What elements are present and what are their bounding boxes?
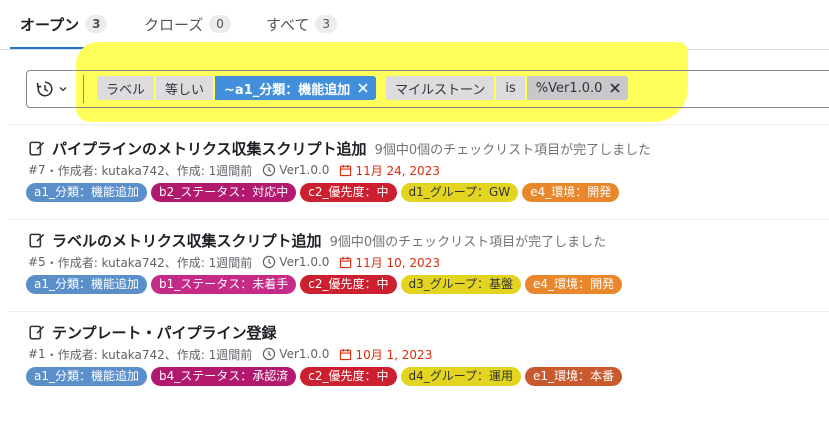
issue-title-row: テンプレート・パイプライン登録 (28, 321, 277, 343)
issue-due-date: 11月 24, 2023 (355, 163, 440, 178)
clock-icon (263, 255, 276, 269)
issue-meta: #5 ・作成者: kutaka742、作成: 1週間前 Ver1.0.0 11月… (28, 253, 440, 271)
label-badge[interactable]: b1_ステータス：未着手 (151, 275, 297, 294)
issue-title[interactable]: パイプラインのメトリクス収集スクリプト追加 (52, 138, 367, 159)
issue-title[interactable]: テンプレート・パイプライン登録 (52, 322, 277, 343)
issue-title[interactable]: ラベルのメトリクス収集スクリプト追加 (52, 230, 322, 251)
list-divider (8, 219, 829, 220)
tab-closed-count: 0 (209, 15, 231, 33)
label-badge[interactable]: a1_分類：機能追加 (26, 183, 147, 202)
tab-open-label: オープン (20, 15, 80, 34)
token-key-milestone: マイルストーン (386, 76, 495, 100)
issue-open-icon (29, 233, 45, 248)
label-badge[interactable]: d4_グループ：運用 (400, 367, 522, 386)
issue-milestone[interactable]: Ver1.0.0 (279, 347, 329, 361)
label-badge[interactable]: c2_優先度：中 (300, 183, 397, 202)
tab-closed-label: クローズ (144, 15, 204, 34)
issue-task-status: 9個中0個のチェックリスト項目が完了しました (374, 142, 652, 158)
tab-all[interactable]: すべて 3 (266, 0, 337, 48)
tab-all-label: すべて (266, 15, 310, 34)
close-icon (358, 83, 368, 93)
clock-icon (263, 163, 276, 177)
issue-milestone[interactable]: Ver1.0.0 (279, 163, 329, 177)
label-badge[interactable]: d3_グループ：基盤 (400, 275, 522, 294)
list-divider (8, 124, 829, 125)
issue-milestone[interactable]: Ver1.0.0 (279, 255, 329, 269)
label-badge[interactable]: d1_グループ：GW (400, 183, 519, 202)
recent-searches-button[interactable] (28, 72, 76, 106)
label-badge[interactable]: a1_分類：機能追加 (26, 367, 147, 386)
token-value-milestone-text: %Ver1.0.0 (535, 80, 603, 96)
token-operator[interactable]: 等しい (156, 76, 214, 100)
token-value-label[interactable]: ~a1_分類：機能追加 (215, 76, 377, 100)
milestone-filter-token[interactable]: マイルストーン is %Ver1.0.0 (386, 76, 629, 100)
remove-token-button[interactable] (356, 81, 370, 95)
label-badge[interactable]: e1_環境：本番 (525, 367, 623, 386)
issue-due-date: 11月 10, 2023 (355, 255, 440, 270)
issue-meta: #1 ・作成者: kutaka742、作成: 1週間前 Ver1.0.0 10月… (28, 345, 432, 363)
tab-open[interactable]: オープン 3 (20, 0, 108, 48)
issue-author: ・作成者: kutaka742、作成: 1週間前 (45, 255, 253, 270)
calendar-icon (340, 164, 352, 176)
history-icon (36, 81, 53, 97)
token-value-text: ~a1_分類：機能追加 (224, 82, 351, 98)
issue-labels: a1_分類：機能追加 b1_ステータス：未着手 c2_優先度：中 d3_グループ… (26, 275, 623, 295)
issue-labels: a1_分類：機能追加 b2_ステータス：対応中 c2_優先度：中 d1_グループ… (26, 183, 620, 203)
remove-milestone-token-button[interactable] (608, 81, 622, 95)
filter-separator (83, 75, 84, 103)
token-operator-is[interactable]: is (496, 76, 525, 100)
calendar-icon (340, 256, 352, 268)
label-badge[interactable]: e4_環境：開発 (522, 183, 620, 202)
label-badge[interactable]: c2_優先度：中 (300, 275, 397, 294)
close-icon (610, 83, 620, 93)
issue-labels: a1_分類：機能追加 b4_ステータス：承認済 c2_優先度：中 d4_グループ… (26, 367, 623, 387)
tab-open-count: 3 (85, 15, 108, 33)
token-value-milestone[interactable]: %Ver1.0.0 (526, 76, 629, 100)
tab-all-count: 3 (315, 15, 337, 33)
issue-ref[interactable]: #5 (28, 255, 46, 269)
issue-meta: #7 ・作成者: kutaka742、作成: 1週間前 Ver1.0.0 11月… (28, 161, 440, 179)
issue-open-icon (29, 141, 45, 156)
issue-title-row: ラベルのメトリクス収集スクリプト追加 9個中0個のチェックリスト項目が完了しまし… (28, 229, 606, 251)
label-badge[interactable]: e4_環境：開発 (525, 275, 623, 294)
chevron-down-icon (59, 87, 67, 92)
calendar-icon (340, 348, 352, 360)
label-badge[interactable]: c2_優先度：中 (300, 367, 397, 386)
issue-task-status: 9個中0個のチェックリスト項目が完了しました (329, 234, 607, 250)
tab-closed[interactable]: クローズ 0 (144, 0, 231, 48)
list-divider (8, 311, 829, 312)
issue-title-row: パイプラインのメトリクス収集スクリプト追加 9個中0個のチェックリスト項目が完了… (28, 137, 651, 159)
issue-due-date: 10月 1, 2023 (355, 347, 433, 362)
label-badge[interactable]: b4_ステータス：承認済 (151, 367, 297, 386)
issue-ref[interactable]: #1 (28, 347, 46, 361)
label-filter-token[interactable]: ラベル 等しい ~a1_分類：機能追加 (97, 76, 377, 100)
label-badge[interactable]: a1_分類：機能追加 (26, 275, 147, 294)
issue-open-icon (29, 325, 45, 340)
issue-author: ・作成者: kutaka742、作成: 1週間前 (45, 347, 253, 362)
token-key-label: ラベル (97, 76, 155, 100)
issue-ref[interactable]: #7 (28, 163, 46, 177)
issue-author: ・作成者: kutaka742、作成: 1週間前 (45, 163, 253, 178)
clock-icon (263, 347, 276, 361)
label-badge[interactable]: b2_ステータス：対応中 (151, 183, 297, 202)
